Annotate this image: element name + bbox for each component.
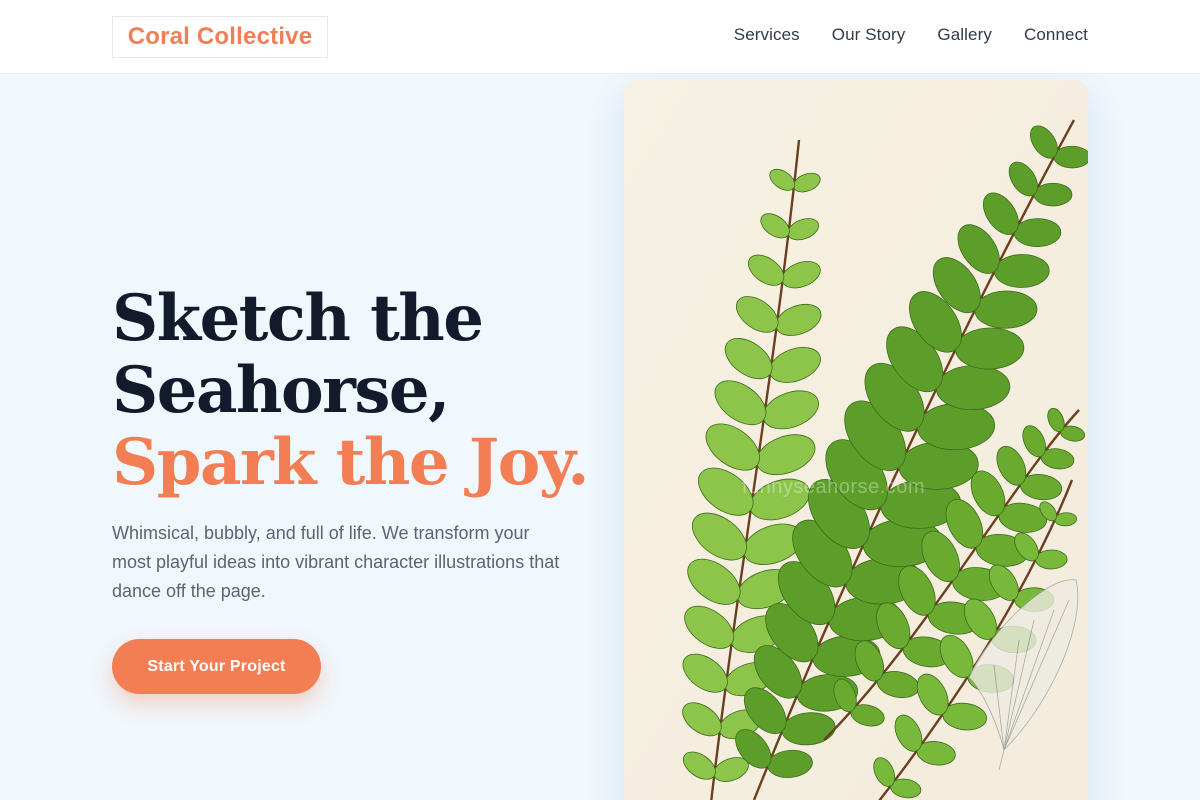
logo[interactable]: Coral Collective [112, 16, 328, 58]
fern-illustration-icon [624, 80, 1088, 800]
nav-link-gallery[interactable]: Gallery [937, 25, 992, 45]
hero-subtext: Whimsical, bubbly, and full of life. We … [112, 523, 560, 601]
hero-headline: Sketch the Seahorse, Spark the Joy. [112, 283, 602, 499]
headline-line-accent: Spark the Joy. [112, 425, 589, 500]
start-project-button[interactable]: Start Your Project [112, 639, 321, 694]
hero-image-card: funnyseahorse.com [624, 80, 1088, 800]
image-watermark: funnyseahorse.com [742, 476, 926, 498]
nav-link-our-story[interactable]: Our Story [832, 25, 906, 45]
headline-line-1: Sketch the [112, 281, 484, 356]
nav-link-connect[interactable]: Connect [1024, 25, 1088, 45]
nav-link-services[interactable]: Services [734, 25, 800, 45]
headline-line-2: Seahorse, [112, 353, 450, 428]
site-header: Coral Collective Services Our Story Gall… [0, 0, 1200, 74]
main-nav: Services Our Story Gallery Connect [734, 0, 1088, 70]
